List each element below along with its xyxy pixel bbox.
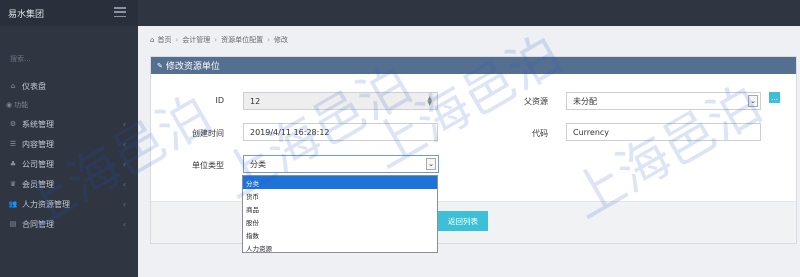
chevron-left-icon: ‹ [122,199,126,209]
panel-title: 修改资源单位 [165,62,220,72]
dropdown-option[interactable]: 人力资源 [243,241,437,254]
spinner-icon[interactable]: ▲ ▼ [427,96,432,107]
sidebar-item-members[interactable]: ♛ 会员管理 ‹ [0,174,138,194]
breadcrumb-current: 修改 [273,36,288,44]
breadcrumb-separator-icon: › [214,36,218,44]
dropdown-option[interactable]: 股份 [243,215,437,228]
sidebar-item-system[interactable]: ⚙ 系统管理 ‹ [0,114,138,134]
unit-type-select[interactable]: 分类 ⌄ [243,155,439,173]
sidebar-item-contracts[interactable]: ▤ 合同管理 ‹ [0,214,138,234]
sidebar-item-label: 仪表盘 [22,81,46,91]
dropdown-option[interactable]: 商品 [243,202,437,215]
breadcrumb-separator-icon: › [267,36,270,44]
sidebar-item-label: 系统管理 [22,119,54,129]
breadcrumb-resource-unit[interactable]: 资源单位配置 [221,35,263,45]
dropdown-option[interactable]: 分类 [243,176,437,189]
breadcrumb-home[interactable]: 首页 [157,35,171,45]
sidebar-item-label: 合同管理 [22,219,54,229]
sidebar-item-label: 公司管理 [22,159,54,169]
unit-type-label: 单位类型 [192,161,224,170]
sidebar-item-content[interactable]: ☰ 内容管理 ‹ [0,134,138,154]
home-icon: ⌂ [150,36,155,44]
chevron-left-icon: ‹ [122,179,126,189]
sidebar-item-label: 内容管理 [22,139,54,149]
panel-header: ✎ 修改资源单位 [151,57,796,74]
list-icon: ☰ [9,140,17,148]
sidebar-item-label: 会员管理 [22,179,54,189]
more-button[interactable]: … [769,92,780,103]
created-value: 2019/4/11 16:28:12 [250,127,330,137]
breadcrumb-accounting[interactable]: 会计管理 [182,35,210,45]
parent-label: 父资源 [524,97,548,106]
created-field[interactable]: 2019/4/11 16:28:12 [243,123,438,141]
chevron-left-icon: ‹ [122,139,126,149]
org-icon: ♣ [9,160,17,168]
sidebar-item-dashboard[interactable]: ⌂ 仪表盘 [0,76,138,96]
back-to-list-button[interactable]: 返回列表 [438,211,488,231]
top-navbar [138,0,800,26]
contract-icon: ▤ [9,220,17,228]
chevron-down-icon[interactable]: ⌄ [748,95,758,107]
dropdown-option[interactable]: 指数 [243,228,437,241]
sidebar: 易水集团 搜索... ⌂ 仪表盘 ◉ 功能 ⚙ 系统管理 ‹ ☰ 内容管理 ‹ … [0,0,138,277]
sidebar-search-input[interactable]: 搜索... [6,50,132,68]
globe-icon: ◉ [6,101,13,109]
code-value: Currency [573,127,610,137]
chevron-left-icon: ‹ [122,159,126,169]
id-field[interactable]: 12 ▲ ▼ [243,92,438,110]
breadcrumb: ⌂ 首页 › 会计管理 › 资源单位配置 › 修改 [150,33,288,47]
sidebar-section-label: 功能 [14,101,29,109]
dropdown-option[interactable]: 货币 [243,189,437,202]
edit-icon: ✎ [157,61,163,70]
gears-icon: ⚙ [9,120,17,128]
breadcrumb-separator-icon: › [175,36,179,44]
chevron-left-icon: ‹ [122,219,126,229]
id-label: ID [215,96,224,105]
sidebar-item-hr[interactable]: 👥 人力资源管理 ‹ [0,194,138,214]
sidebar-item-company[interactable]: ♣ 公司管理 ‹ [0,154,138,174]
id-value: 12 [250,96,261,106]
home-icon: ⌂ [10,82,16,90]
sidebar-item-label: 人力资源管理 [22,199,70,209]
users-icon: 👥 [8,200,18,208]
parent-select[interactable]: 未分配 ⌄ [566,92,761,110]
chevron-down-icon[interactable]: ⌄ [426,158,436,170]
created-label: 创建时间 [192,129,224,138]
hamburger-menu-icon[interactable] [114,7,126,17]
unit-type-value: 分类 [250,159,266,169]
sidebar-section-functions: ◉ 功能 [0,96,138,114]
parent-value: 未分配 [573,96,597,106]
chevron-left-icon: ‹ [122,119,126,129]
trophy-icon: ♛ [9,180,17,188]
code-field[interactable]: Currency [566,123,761,141]
code-label: 代码 [532,129,548,138]
unit-type-dropdown[interactable]: 分类 货币 商品 股份 指数 人力资源 [242,175,438,253]
